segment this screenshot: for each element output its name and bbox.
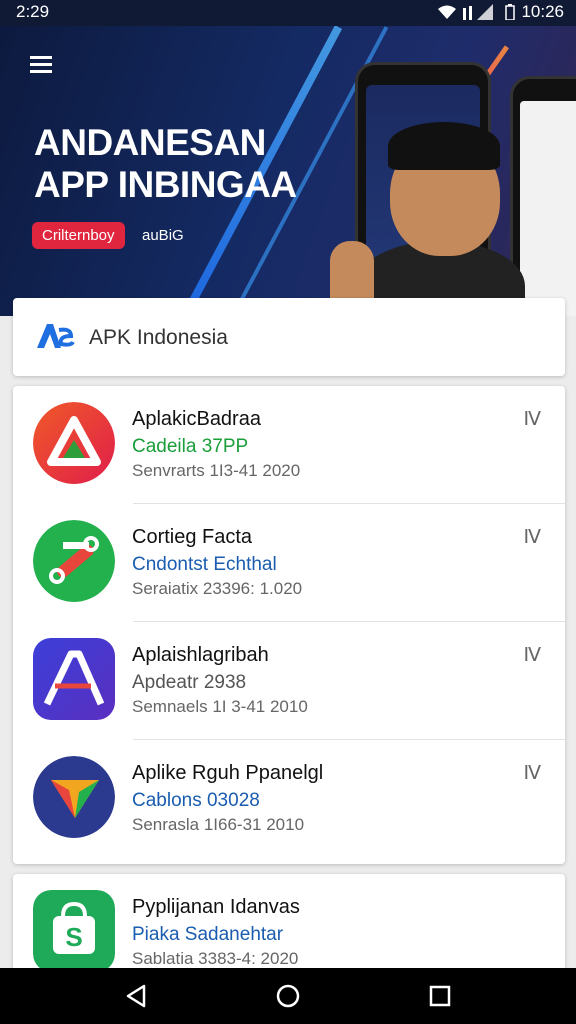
home-icon[interactable] bbox=[274, 982, 302, 1010]
back-icon[interactable] bbox=[122, 982, 150, 1010]
brand-search-bar[interactable]: APK Indonesia bbox=[13, 298, 565, 376]
app-category: Cadeila 37PP bbox=[132, 436, 249, 457]
status-time: 2:29 bbox=[16, 2, 50, 21]
app-date: Seraiatix 23396: 1.020 bbox=[132, 579, 303, 598]
more-icon[interactable]: Ⅳ bbox=[523, 762, 541, 785]
status-icons: 10:26 bbox=[437, 2, 564, 22]
app-date: Semnaels 1I 3-41 2010 bbox=[132, 697, 308, 716]
brand-label: APK Indonesia bbox=[89, 326, 228, 349]
battery-icon bbox=[505, 4, 516, 20]
app-list-secondary: S Pyplijanan Idanvas Piaka Sadanehtar Sa… bbox=[13, 874, 565, 974]
list-item[interactable]: AplakicBadraa Cadeila 37PP Senvrarts 1I3… bbox=[13, 386, 565, 504]
app-list: AplakicBadraa Cadeila 37PP Senvrarts 1I3… bbox=[13, 386, 565, 864]
hero-banner: ANDANESAN APP INBINGAA Crilternboy auBiG bbox=[0, 26, 576, 316]
hero-title-line2: APP INBINGAA bbox=[34, 164, 297, 205]
app-name: Cortieg Facta bbox=[132, 526, 253, 548]
app-name: Aplike Rguh Ppanelgl bbox=[132, 762, 324, 784]
system-nav-bar bbox=[0, 968, 576, 1024]
more-icon[interactable]: Ⅳ bbox=[523, 526, 541, 549]
hero-title-line1: ANDANESAN bbox=[34, 122, 266, 163]
app-date: Senvrarts 1I3-41 2020 bbox=[132, 461, 301, 480]
hero-badge-subtext: auBiG bbox=[142, 227, 184, 244]
list-item[interactable]: Aplaishlagribah Apdeatr 2938 Semnaels 1I… bbox=[13, 622, 565, 740]
app-category: Cndontst Echthal bbox=[132, 554, 277, 575]
app-name: AplakicBadraa bbox=[132, 408, 261, 430]
app-category: Apdeatr 2938 bbox=[132, 672, 247, 693]
recents-icon[interactable] bbox=[426, 982, 454, 1010]
app-icon-shopping-bag: S bbox=[33, 890, 115, 972]
app-category: Piaka Sadanehtar bbox=[132, 924, 284, 945]
app-date: Senrasla 1I66-31 2010 bbox=[132, 815, 305, 834]
person-image bbox=[388, 122, 500, 170]
list-item[interactable]: Aplike Rguh Ppanelgl Cablons 03028 Senra… bbox=[13, 740, 565, 858]
status-bar: 2:29 10:26 bbox=[0, 0, 576, 26]
app-category: Cablons 03028 bbox=[132, 790, 260, 811]
hero-title: ANDANESAN APP INBINGAA bbox=[34, 122, 297, 206]
app-icon-play bbox=[33, 756, 115, 838]
more-icon[interactable]: Ⅳ bbox=[523, 644, 541, 667]
list-item[interactable]: Cortieg Facta Cndontst Echthal Seraiatix… bbox=[13, 504, 565, 622]
status-clock: 10:26 bbox=[521, 2, 564, 21]
app-date: Sablatia 3383-4: 2020 bbox=[132, 949, 299, 968]
more-icon[interactable]: Ⅳ bbox=[523, 408, 541, 431]
app-icon-letter-a bbox=[33, 638, 115, 720]
app-icon-triangle bbox=[33, 402, 115, 484]
app-icon-wrench bbox=[33, 520, 115, 602]
wifi-icon bbox=[438, 5, 457, 19]
list-item[interactable]: S Pyplijanan Idanvas Piaka Sadanehtar Sa… bbox=[13, 874, 565, 974]
signal-icon bbox=[463, 4, 494, 20]
app-name: Aplaishlagribah bbox=[132, 644, 269, 666]
svg-text:S: S bbox=[65, 922, 82, 952]
apk-logo-icon bbox=[37, 324, 75, 348]
menu-icon[interactable] bbox=[30, 56, 52, 74]
hero-badge[interactable]: Crilternboy bbox=[32, 222, 125, 249]
app-name: Pyplijanan Idanvas bbox=[132, 896, 300, 918]
